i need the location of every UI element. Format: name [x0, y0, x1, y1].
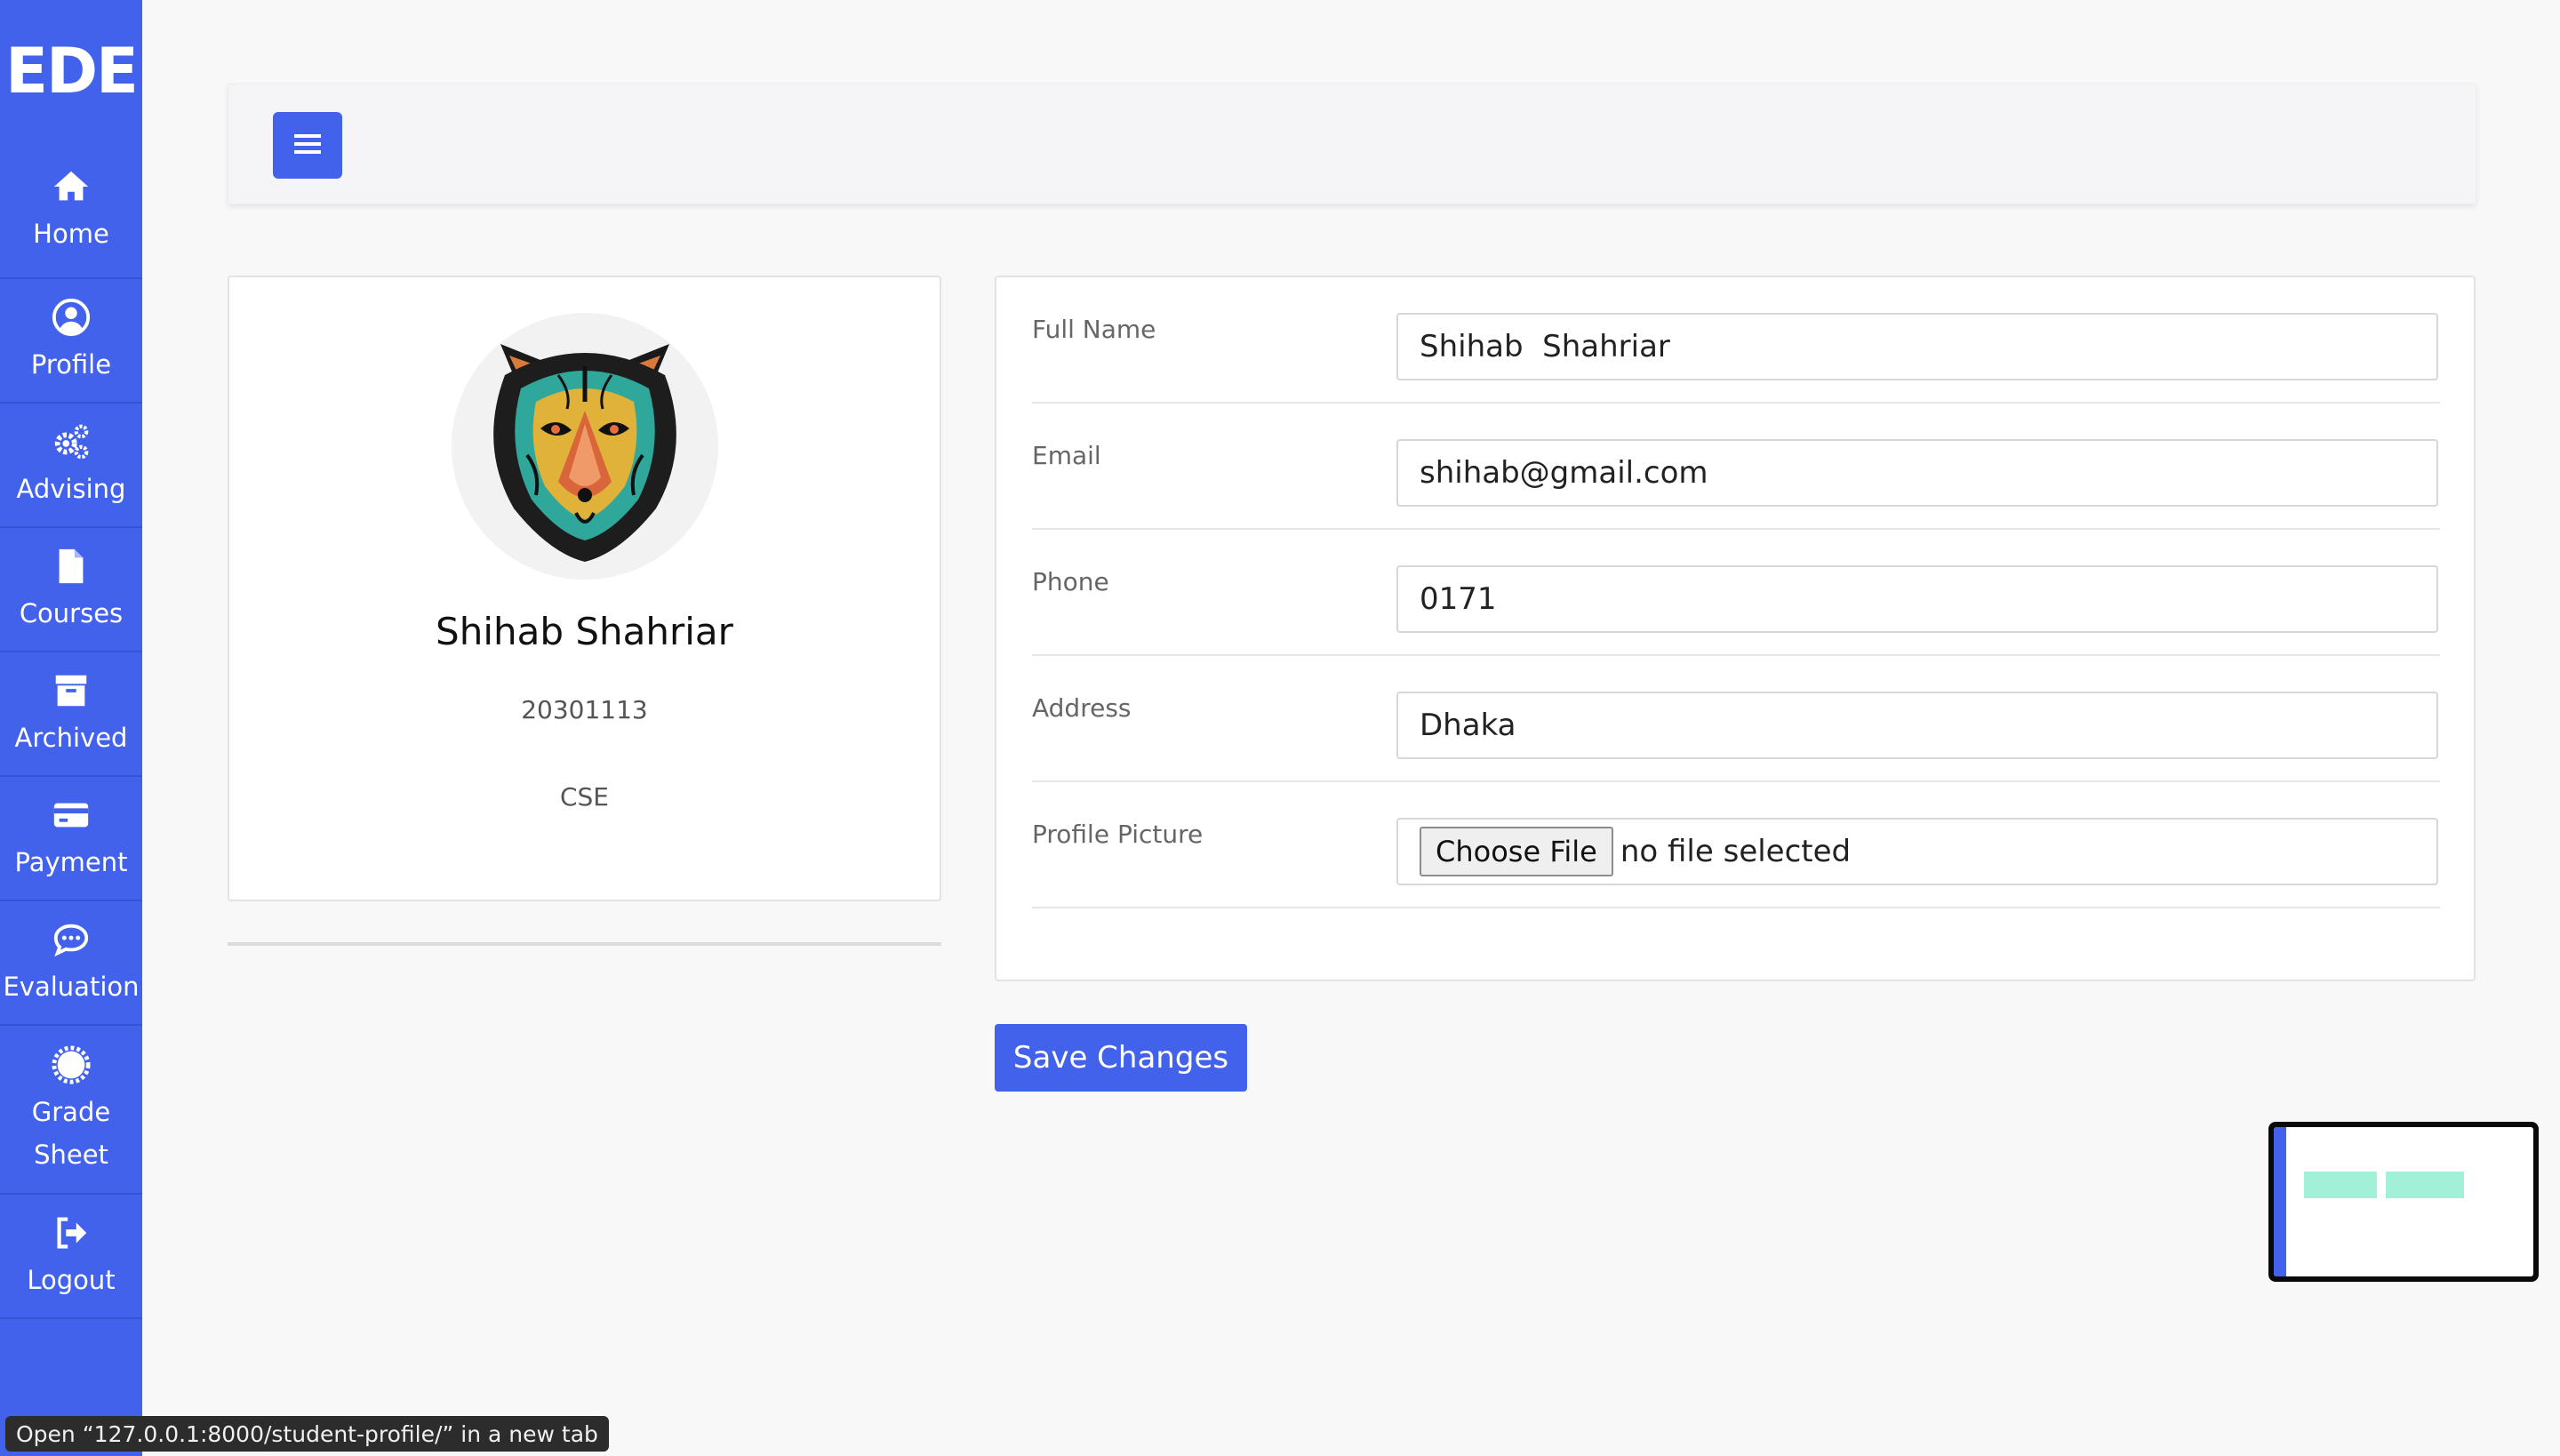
screenshot-thumbnail[interactable]	[2268, 1122, 2539, 1282]
sidebar-item-evaluation[interactable]: Evaluation	[0, 901, 142, 1026]
address-label: Address	[1032, 693, 1132, 723]
student-id: 20301113	[521, 695, 648, 724]
choose-file-button[interactable]: Choose File	[1420, 827, 1613, 876]
home-icon	[49, 164, 93, 209]
sidebar-item-label: Archived	[14, 723, 128, 753]
avatar	[452, 313, 718, 580]
email-input[interactable]: shihab@gmail.com	[1396, 439, 2438, 507]
sidebar-item-logout[interactable]: Logout	[0, 1195, 142, 1319]
sidebar-item-archived[interactable]: Archived	[0, 652, 142, 777]
phone-input[interactable]: 0171	[1396, 565, 2438, 633]
archive-icon	[49, 668, 93, 713]
hamburger-icon	[294, 132, 321, 159]
sidebar-item-label: Evaluation	[3, 972, 140, 1002]
sidebar-item-profile[interactable]: Profile	[0, 279, 142, 404]
form-row-address: Address Dhaka	[1032, 656, 2440, 782]
sidebar-item-label: Payment	[14, 847, 128, 877]
comment-dots-icon	[49, 917, 93, 962]
sidebar-item-grade-sheet[interactable]: Grade Sheet	[0, 1026, 142, 1195]
credit-card-icon	[49, 793, 93, 837]
link-status-bar: Open “127.0.0.1:8000/student-profile/” i…	[5, 1416, 609, 1452]
email-label: Email	[1032, 441, 1101, 470]
department: CSE	[559, 782, 609, 812]
sidebar-item-payment[interactable]: Payment	[0, 777, 142, 901]
profile-card: Shihab Shahriar 20301113 CSE	[228, 276, 941, 901]
profile-picture-label: Profile Picture	[1032, 820, 1204, 849]
sidebar: EDE Home Profile Advising Courses Archiv…	[0, 0, 142, 1456]
form-row-profile-picture: Profile Picture Choose File no file sele…	[1032, 782, 2440, 908]
file-icon	[49, 544, 93, 588]
sidebar-item-label: Home	[33, 219, 109, 249]
form-row-email: Email shihab@gmail.com	[1032, 404, 2440, 530]
sidebar-item-label: Courses	[19, 598, 124, 628]
profile-form: Full Name Shihab Shahriar Email shihab@g…	[995, 276, 2476, 981]
certificate-icon	[49, 1043, 93, 1087]
full-name-input[interactable]: Shihab Shahriar	[1396, 313, 2438, 380]
sidebar-item-label: Profile	[30, 349, 112, 380]
gears-icon	[49, 420, 93, 464]
profile-name: Shihab Shahriar	[436, 610, 733, 653]
phone-label: Phone	[1032, 567, 1109, 596]
top-navbar	[228, 84, 2476, 204]
profile-picture-input: Choose File no file selected	[1396, 818, 2438, 885]
app-logo[interactable]: EDE	[0, 0, 142, 142]
menu-toggle-button[interactable]	[273, 112, 342, 179]
save-changes-button[interactable]: Save Changes	[995, 1024, 1247, 1092]
file-status: no file selected	[1620, 834, 1852, 869]
form-row-full-name: Full Name Shihab Shahriar	[1032, 277, 2440, 404]
sidebar-item-courses[interactable]: Courses	[0, 528, 142, 652]
form-row-phone: Phone 0171	[1032, 530, 2440, 656]
sidebar-item-label: Grade Sheet	[31, 1097, 111, 1170]
user-circle-icon	[49, 295, 93, 340]
sign-out-icon	[49, 1211, 93, 1255]
sidebar-item-advising[interactable]: Advising	[0, 404, 142, 528]
full-name-label: Full Name	[1032, 315, 1156, 344]
address-input[interactable]: Dhaka	[1396, 692, 2438, 759]
divider	[228, 942, 941, 946]
sidebar-item-label: Advising	[16, 474, 126, 504]
sidebar-item-label: Logout	[27, 1265, 116, 1295]
sidebar-item-home[interactable]: Home	[0, 142, 142, 279]
